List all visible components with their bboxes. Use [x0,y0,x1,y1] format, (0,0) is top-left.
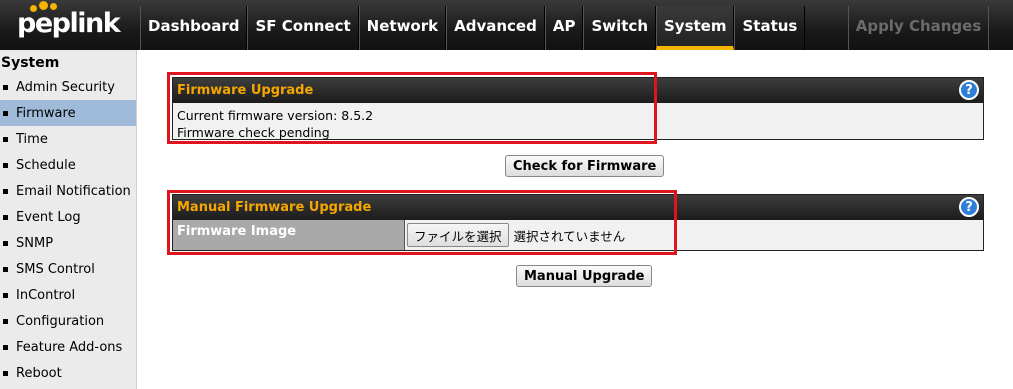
sidebar-item-configuration[interactable]: Configuration [0,308,136,334]
bullet-icon [3,188,8,194]
manual-upgrade-button[interactable]: Manual Upgrade [516,265,653,287]
sidebar-item-event-log[interactable]: Event Log [0,204,136,230]
sidebar-item-label: Time [16,131,48,147]
sidebar-item-admin-security[interactable]: Admin Security [0,74,136,100]
manual-firmware-upgrade-panel: Manual Firmware Upgrade ? Firmware Image… [172,194,984,251]
sidebar-item-label: Firmware [16,105,76,121]
sidebar-item-label: InControl [16,287,76,303]
sidebar-item-firmware[interactable]: Firmware [0,100,136,126]
question-icon[interactable]: ? [959,80,979,100]
panel-header: Firmware Upgrade ? [173,78,983,103]
check-for-firmware-button[interactable]: Check for Firmware [505,155,665,177]
sidebar-item-schedule[interactable]: Schedule [0,152,136,178]
firmware-image-label: Firmware Image [173,220,405,250]
firmware-image-row: Firmware Image ファイルを選択 選択されていません [173,220,983,250]
firmware-image-field: ファイルを選択 選択されていません [405,220,983,250]
tab-ap[interactable]: AP [544,6,584,50]
peplink-logo[interactable]: peplink [0,0,137,50]
sidebar-heading: System [1,55,60,71]
tab-status[interactable]: Status [734,6,806,50]
choose-file-button[interactable]: ファイルを選択 [407,223,509,247]
manual-upgrade-title: Manual Firmware Upgrade [177,200,372,215]
bullet-icon [3,214,8,220]
sidebar-item-label: Admin Security [16,79,115,95]
tab-sf-connect[interactable]: SF Connect [247,6,359,50]
bullet-icon [3,344,8,350]
tab-advanced[interactable]: Advanced [446,6,545,50]
bullet-icon [3,136,8,142]
sidebar-item-label: SMS Control [16,261,95,277]
sidebar-item-label: SNMP [16,235,54,251]
bullet-icon [3,110,8,116]
sidebar-item-label: Reboot [16,365,62,381]
current-firmware-version: Current firmware version: 8.5.2 [177,108,374,123]
sidebar-item-label: Event Log [16,209,81,225]
firmware-upgrade-panel: Firmware Upgrade ? Current firmware vers… [172,77,984,140]
sidebar-item-incontrol[interactable]: InControl [0,282,136,308]
file-status-text: 選択されていません [513,228,626,244]
bullet-icon [3,162,8,168]
sidebar-item-snmp[interactable]: SNMP [0,230,136,256]
panel-body: Current firmware version: 8.5.2 Firmware… [173,103,983,140]
bullet-icon [3,266,8,272]
sidebar-item-reboot[interactable]: Reboot [0,360,136,386]
logo-text: peplink [17,8,121,39]
sidebar-item-feature-add-ons[interactable]: Feature Add-ons [0,334,136,360]
bullet-icon [3,370,8,376]
top-navigation-bar: peplink Dashboard SF Connect Network Adv… [0,0,1013,50]
sidebar-item-label: Feature Add-ons [16,339,123,355]
apply-changes-button[interactable]: Apply Changes [848,6,989,50]
question-icon[interactable]: ? [959,197,979,217]
tab-switch[interactable]: Switch [583,6,656,50]
sidebar-item-sms-control[interactable]: SMS Control [0,256,136,282]
sidebar-item-label: Email Notification [16,183,131,199]
tab-dashboard[interactable]: Dashboard [140,6,248,50]
sidebar: System Admin Security Firmware Time Sche… [0,50,137,389]
panel-header: Manual Firmware Upgrade ? [173,195,983,220]
sidebar-item-label: Configuration [16,313,105,329]
main-nav: Dashboard SF Connect Network Advanced AP… [140,6,806,50]
firmware-upgrade-title: Firmware Upgrade [177,83,314,98]
bullet-icon [3,240,8,246]
sidebar-item-email-notification[interactable]: Email Notification [0,178,136,204]
tab-network[interactable]: Network [358,6,447,50]
sidebar-item-time[interactable]: Time [0,126,136,152]
bullet-icon [3,84,8,90]
tab-system[interactable]: System [656,6,735,50]
bullet-icon [3,318,8,324]
sidebar-item-label: Schedule [16,157,76,173]
firmware-check-status: Firmware check pending [177,125,330,140]
bullet-icon [3,292,8,298]
